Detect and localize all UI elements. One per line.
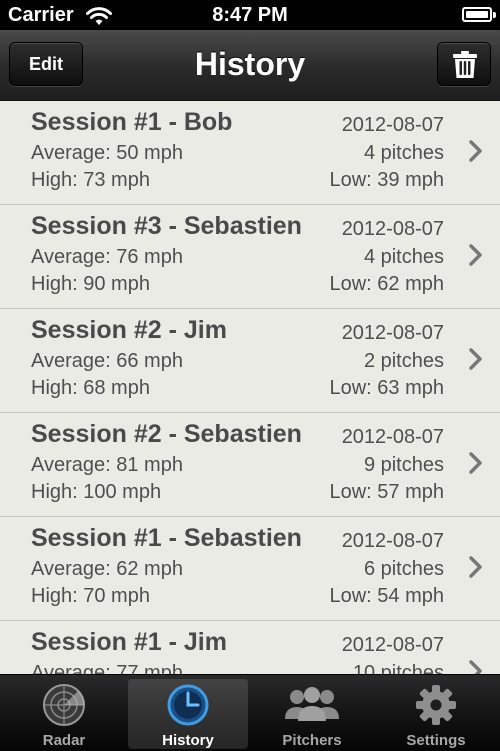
chevron-right-icon: [469, 244, 482, 266]
session-name: Session #1 - Jim: [31, 628, 227, 656]
session-row[interactable]: Session #3 - Sebastien 2012-08-07 Averag…: [0, 205, 500, 309]
session-pitch-count: 10 pitches: [352, 662, 444, 674]
delete-button[interactable]: [437, 42, 491, 86]
trash-icon: [453, 51, 477, 78]
gear-icon: [416, 685, 456, 725]
session-name: Session #1 - Sebastien: [31, 524, 302, 552]
tab-history[interactable]: History: [128, 679, 248, 749]
session-date: 2012-08-07: [341, 322, 444, 344]
session-row[interactable]: Session #1 - Jim 2012-08-07 Average: 77 …: [0, 621, 500, 674]
session-high: High: 90 mph: [31, 273, 150, 295]
tab-bar: Radar History Pitchers Settings: [0, 674, 500, 751]
session-low: Low: 62 mph: [329, 273, 444, 295]
session-date: 2012-08-07: [341, 530, 444, 552]
session-low: Low: 57 mph: [329, 481, 444, 503]
chevron-right-icon: [469, 452, 482, 474]
chevron-right-icon: [469, 348, 482, 370]
session-low: Low: 63 mph: [329, 377, 444, 399]
session-list[interactable]: Session #1 - Bob 2012-08-07 Average: 50 …: [0, 101, 500, 674]
tab-radar[interactable]: Radar: [4, 679, 124, 749]
page-title: History: [194, 46, 306, 82]
battery-icon: [462, 7, 496, 22]
session-pitch-count: 6 pitches: [363, 558, 444, 580]
session-pitch-count: 9 pitches: [363, 454, 444, 476]
session-pitch-count: 2 pitches: [363, 350, 444, 372]
session-average: Average: 77 mph: [31, 662, 183, 674]
session-average: Average: 62 mph: [31, 558, 183, 580]
status-bar: Carrier 8:47 PM: [0, 0, 500, 30]
session-name: Session #3 - Sebastien: [31, 212, 302, 240]
session-name: Session #2 - Sebastien: [31, 420, 302, 448]
tab-label: Radar: [42, 732, 86, 749]
tab-settings[interactable]: Settings: [376, 679, 496, 749]
session-name: Session #1 - Bob: [31, 108, 233, 136]
session-pitch-count: 4 pitches: [363, 246, 444, 268]
session-low: Low: 39 mph: [329, 169, 444, 191]
session-average: Average: 81 mph: [31, 454, 183, 476]
tab-pitchers[interactable]: Pitchers: [252, 679, 372, 749]
tab-label: Pitchers: [282, 732, 342, 749]
tab-label: Settings: [406, 732, 466, 749]
session-high: High: 70 mph: [31, 585, 150, 607]
session-date: 2012-08-07: [341, 218, 444, 240]
chevron-right-icon: [469, 556, 482, 578]
session-average: Average: 76 mph: [31, 246, 183, 268]
tab-label: History: [162, 732, 214, 749]
session-date: 2012-08-07: [341, 634, 444, 656]
session-name: Session #2 - Jim: [31, 316, 227, 344]
session-date: 2012-08-07: [341, 426, 444, 448]
navigation-bar: Edit History: [0, 30, 500, 101]
people-icon: [285, 687, 339, 721]
radar-icon: [43, 684, 85, 726]
status-time: 8:47 PM: [212, 4, 288, 26]
chevron-right-icon: [469, 660, 482, 674]
session-high: High: 68 mph: [31, 377, 150, 399]
session-average: Average: 66 mph: [31, 350, 183, 372]
session-row[interactable]: Session #2 - Sebastien 2012-08-07 Averag…: [0, 413, 500, 517]
session-date: 2012-08-07: [341, 114, 444, 136]
session-pitch-count: 4 pitches: [363, 142, 444, 164]
session-high: High: 100 mph: [31, 481, 162, 503]
session-average: Average: 50 mph: [31, 142, 183, 164]
session-row[interactable]: Session #1 - Bob 2012-08-07 Average: 50 …: [0, 101, 500, 205]
session-row[interactable]: Session #2 - Jim 2012-08-07 Average: 66 …: [0, 309, 500, 413]
clock-icon: [167, 684, 209, 726]
session-high: High: 73 mph: [31, 169, 150, 191]
session-low: Low: 54 mph: [329, 585, 444, 607]
chevron-right-icon: [469, 140, 482, 162]
session-row[interactable]: Session #1 - Sebastien 2012-08-07 Averag…: [0, 517, 500, 621]
